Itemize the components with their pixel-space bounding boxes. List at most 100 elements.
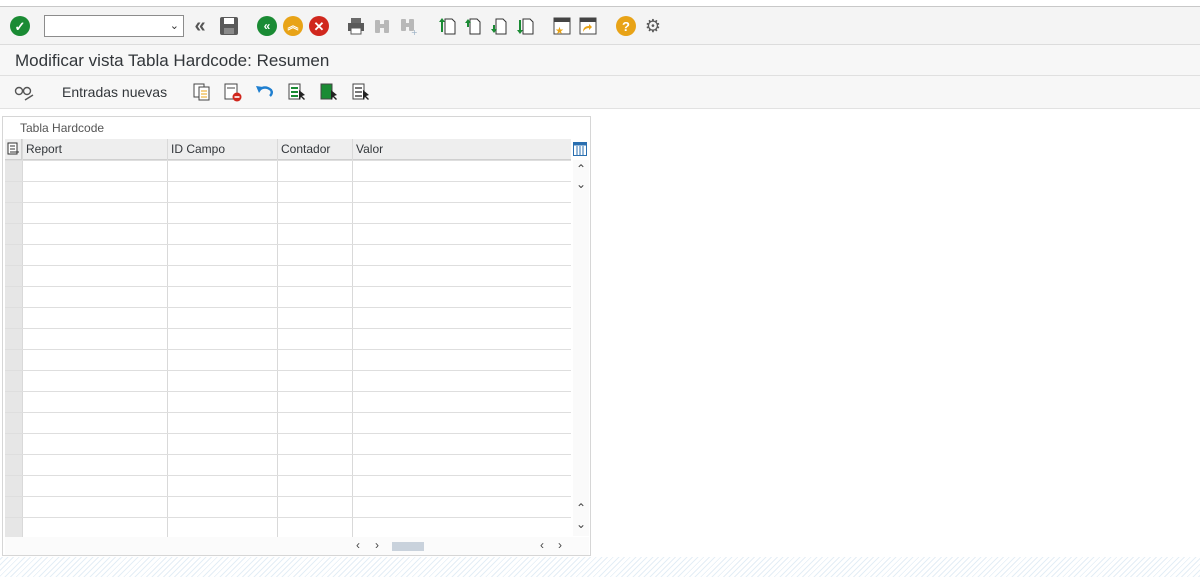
scroll-down-icon[interactable]: ⌄ — [576, 177, 586, 191]
cancel-button[interactable]: ✕ — [308, 15, 330, 37]
exit-button[interactable]: ︽ — [282, 15, 304, 37]
next-page-icon — [491, 18, 507, 35]
settings-button[interactable]: ⚙ — [642, 15, 664, 37]
title-bar: Modificar vista Tabla Hardcode: Resumen — [0, 45, 1200, 76]
column-header-valor[interactable]: Valor — [353, 139, 571, 159]
scroll-left-icon[interactable]: ‹ — [356, 538, 360, 552]
settings-icon: ⚙ — [644, 15, 662, 36]
column-divider — [22, 139, 23, 537]
find-next-icon: + — [401, 19, 418, 36]
table-row[interactable] — [5, 223, 571, 224]
column-divider — [277, 139, 278, 537]
table-settings-icon — [7, 142, 19, 155]
table-control: Tabla Hardcode Report ID Campo Contador … — [2, 116, 591, 556]
first-page-icon — [439, 18, 456, 35]
first-page-button[interactable] — [436, 15, 458, 37]
select-block-icon — [320, 83, 337, 100]
column-divider — [167, 139, 168, 537]
next-page-button[interactable] — [488, 15, 510, 37]
undo-icon — [256, 86, 273, 97]
copy-as-button[interactable] — [191, 81, 213, 103]
delete-icon — [224, 83, 242, 102]
svg-text:+: + — [411, 28, 418, 36]
chevron-down-icon: ⌄ — [169, 20, 179, 32]
scroll-up-icon[interactable]: ⌃ — [576, 162, 586, 176]
select-all-rows-button[interactable] — [5, 139, 22, 159]
table-row[interactable] — [5, 475, 571, 476]
save-button[interactable] — [218, 15, 240, 37]
table-row[interactable] — [5, 433, 571, 434]
cancel-icon: ✕ — [309, 16, 329, 36]
scroll-left-end-icon[interactable]: ‹ — [540, 538, 544, 552]
scroll-page-up-icon[interactable]: ⌃ — [576, 501, 586, 515]
find-icon — [375, 20, 389, 33]
table-row[interactable] — [5, 244, 571, 245]
column-divider — [352, 139, 353, 537]
find-button[interactable] — [371, 15, 393, 37]
collapse-command-button[interactable]: « — [189, 15, 211, 37]
scroll-page-down-icon[interactable]: ⌄ — [576, 517, 586, 531]
check-icon: ✓ — [10, 16, 30, 36]
shortcut-button[interactable] — [577, 15, 599, 37]
command-field[interactable]: ⌄ — [44, 15, 184, 37]
back-button[interactable]: « — [256, 15, 278, 37]
table-row[interactable] — [5, 454, 571, 455]
scroll-right-end-icon[interactable]: › — [558, 538, 562, 552]
last-page-icon — [517, 18, 534, 35]
table-row[interactable] — [5, 181, 571, 182]
delete-button[interactable] — [222, 81, 244, 103]
find-next-button[interactable]: + — [397, 15, 419, 37]
print-icon — [348, 18, 364, 35]
table-row[interactable] — [5, 349, 571, 350]
column-header-id-campo[interactable]: ID Campo — [168, 139, 278, 159]
deselect-all-icon — [352, 83, 369, 100]
previous-page-icon — [465, 18, 481, 35]
select-block-button[interactable] — [318, 81, 340, 103]
application-toolbar: Entradas nuevas — [0, 76, 1200, 109]
column-settings-button[interactable] — [572, 140, 588, 158]
table-row[interactable] — [5, 496, 571, 497]
select-all-icon — [288, 83, 305, 100]
save-icon — [220, 17, 238, 35]
back-double-icon: « — [194, 14, 206, 37]
previous-page-button[interactable] — [462, 15, 484, 37]
table-row[interactable] — [5, 370, 571, 371]
horizontal-scrollbar[interactable] — [5, 537, 589, 555]
table-row[interactable] — [5, 286, 571, 287]
select-all-button[interactable] — [286, 81, 308, 103]
undo-button[interactable] — [254, 81, 276, 103]
column-config-icon — [573, 142, 587, 156]
column-header-report[interactable]: Report — [23, 139, 168, 159]
scroll-thumb[interactable] — [392, 542, 424, 551]
table-row[interactable] — [5, 391, 571, 392]
enter-button[interactable]: ✓ — [9, 15, 31, 37]
table-row[interactable] — [5, 265, 571, 266]
system-toolbar: ✓ ⌄ « « ︽ ✕ + ★ ? ⚙ — [0, 7, 1200, 45]
top-border — [0, 0, 1200, 7]
print-button[interactable] — [345, 15, 367, 37]
table-row[interactable] — [5, 202, 571, 203]
help-button[interactable]: ? — [615, 15, 637, 37]
deselect-all-button[interactable] — [350, 81, 372, 103]
display-change-button[interactable] — [12, 81, 36, 103]
table-row[interactable] — [5, 517, 571, 518]
column-header-contador[interactable]: Contador — [278, 139, 353, 159]
new-session-icon: ★ — [553, 17, 571, 36]
new-entries-button[interactable]: Entradas nuevas — [62, 84, 167, 100]
exit-icon: ︽ — [283, 16, 303, 36]
scroll-right-icon[interactable]: › — [375, 538, 379, 552]
table-header: Report ID Campo Contador Valor — [5, 139, 571, 160]
copy-icon — [193, 83, 210, 101]
table-row[interactable] — [5, 412, 571, 413]
shortcut-icon — [579, 17, 597, 35]
page-title: Modificar vista Tabla Hardcode: Resumen — [15, 51, 330, 70]
back-icon: « — [257, 16, 277, 36]
table-row[interactable] — [5, 307, 571, 308]
vertical-scrollbar[interactable] — [573, 160, 589, 536]
glasses-pencil-icon — [14, 86, 34, 101]
table-row[interactable] — [5, 328, 571, 329]
table-title: Tabla Hardcode — [20, 121, 105, 135]
last-page-button[interactable] — [514, 15, 536, 37]
new-session-button[interactable]: ★ — [551, 15, 573, 37]
table-row[interactable] — [5, 160, 571, 161]
